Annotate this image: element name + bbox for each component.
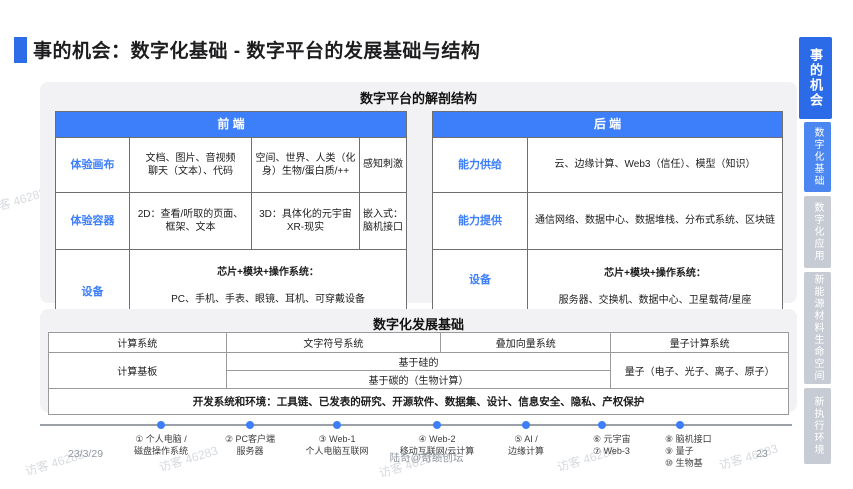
cell-device-backend: 芯片+模块+操作系统： 服务器、交换机、数据中心、卫星载荷/星座 xyxy=(528,250,783,311)
slide: 访客 46283 访客 46283 访客 46283 访客 46283 访客 4… xyxy=(0,0,853,489)
table-row: 能力提供 通信网络、数据中心、数据堆栈、分布式系统、区块链 xyxy=(433,193,783,250)
cell-quantum: 量子（电子、光子、离子、原子） xyxy=(611,353,789,389)
timeline-milestone-5: ⑤ AI / 边缘计算 xyxy=(508,433,544,457)
sidebar-item-xinnengyuan[interactable]: 新能源材料生命空间 xyxy=(804,272,831,384)
sidebar-item-shi-de-ji-hui[interactable]: 事的机会 xyxy=(799,37,832,119)
cell-bold-title: 芯片+模块+操作系统： xyxy=(531,267,779,281)
timeline-dot xyxy=(246,421,254,429)
cell: 空间、世界、人类（化 身）生物/蛋白质/++ xyxy=(252,138,360,193)
cell-dev-environment: 开发系统和环境：工具链、已发表的研究、开源软件、数据集、设计、信息安全、隐私、产… xyxy=(49,389,789,415)
page-title: 事的机会：数字化基础 - 数字平台的发展基础与结构 xyxy=(33,36,480,63)
backend-table: 后 端 能力供给 云、边缘计算、Web3（信任）、模型（知识） 能力提供 通信网… xyxy=(432,111,783,311)
frontend-table: 前 端 体验画布 文档、图片、音视频 聊天（文本）、代码 空间、世界、人类（化 … xyxy=(55,111,407,336)
anatomy-title: 数字平台的解剖结构 xyxy=(40,88,797,107)
table-row: 计算系统 文字符号系统 叠加向量系统 量子计算系统 xyxy=(49,333,789,353)
table-row: 开发系统和环境：工具链、已发表的研究、开源软件、数据集、设计、信息安全、隐私、产… xyxy=(49,389,789,415)
timeline-milestone-6: ⑥ 元宇宙 ⑦ Web-3 xyxy=(593,433,631,457)
timeline-dot xyxy=(157,421,165,429)
row-label-capability-supply: 能力供给 xyxy=(433,138,528,193)
foundation-title: 数字化发展基础 xyxy=(40,314,797,333)
table-row: 体验容器 2D：查看/听取的页面、 框架、文本 3D：具体化的元宇宙 XR-现实… xyxy=(56,193,407,250)
frontend-header: 前 端 xyxy=(56,112,407,138)
table-row: 体验画布 文档、图片、音视频 聊天（文本）、代码 空间、世界、人类（化 身）生物… xyxy=(56,138,407,193)
table-row: 设备 芯片+模块+操作系统： 服务器、交换机、数据中心、卫星载荷/星座 xyxy=(433,250,783,311)
backend-header: 后 端 xyxy=(433,112,783,138)
cell: 嵌入式： 脑机接口 xyxy=(360,193,407,250)
footer-date: 23/3/29 xyxy=(68,448,103,460)
cell-carbon: 基于碳的（生物计算） xyxy=(226,371,611,389)
row-label-experience-canvas: 体验画布 xyxy=(56,138,130,193)
cell-line: PC、手机、手表、眼镜、耳机、可穿戴设备 xyxy=(171,294,365,305)
timeline-dot xyxy=(522,421,530,429)
foundation-table: 计算系统 文字符号系统 叠加向量系统 量子计算系统 计算基板 基于硅的 量子（电… xyxy=(48,332,789,415)
row-label-computing-substrate: 计算基板 xyxy=(49,353,227,389)
timeline-dot xyxy=(433,421,441,429)
cell: 云、边缘计算、Web3（信任）、模型（知识） xyxy=(528,138,783,193)
timeline-milestone-2: ② PC客户端 服务器 xyxy=(225,433,275,457)
timeline-milestone-1: ① 个人电脑 / 磁盘操作系统 xyxy=(134,433,188,457)
cell-line: 服务器、交换机、数据中心、卫星载荷/星座 xyxy=(559,295,752,306)
col-header-symbol-system: 文字符号系统 xyxy=(226,333,441,353)
title-bullet-square xyxy=(14,37,27,63)
timeline-milestone-3: ③ Web-1 个人电脑互联网 xyxy=(305,433,368,457)
row-label-experience-container: 体验容器 xyxy=(56,193,130,250)
table-row: 能力供给 云、边缘计算、Web3（信任）、模型（知识） xyxy=(433,138,783,193)
cell: 3D：具体化的元宇宙 XR-现实 xyxy=(252,193,360,250)
anatomy-panel: 数字平台的解剖结构 前 端 体验画布 文档、图片、音视频 聊天（文本）、代码 空… xyxy=(40,82,797,303)
timeline-dot xyxy=(676,421,684,429)
sidebar-item-shuzihua-jichu[interactable]: 数字化基础 xyxy=(804,122,831,192)
cell: 2D：查看/听取的页面、 框架、文本 xyxy=(130,193,252,250)
foundation-panel: 数字化发展基础 计算系统 文字符号系统 叠加向量系统 量子计算系统 计算基板 基… xyxy=(40,309,797,412)
table-row: 计算基板 基于硅的 量子（电子、光子、离子、原子） xyxy=(49,353,789,371)
cell: 通信网络、数据中心、数据堆栈、分布式系统、区块链 xyxy=(528,193,783,250)
sidebar-item-shuzihua-yingyong[interactable]: 数字化应用 xyxy=(804,196,831,268)
cell-bold-title: 芯片+模块+操作系统： xyxy=(133,266,403,280)
footer-page-number: 23 xyxy=(756,448,768,460)
row-label-capability-provide: 能力提供 xyxy=(433,193,528,250)
col-header-quantum-system: 量子计算系统 xyxy=(611,333,789,353)
cell: 感知刺激 xyxy=(360,138,407,193)
cell: 文档、图片、音视频 聊天（文本）、代码 xyxy=(130,138,252,193)
timeline-dot xyxy=(333,421,341,429)
cell-silicon: 基于硅的 xyxy=(226,353,611,371)
timeline-milestone-7: ⑧ 脑机接口 ⑨ 量子 ⑩ 生物基 xyxy=(665,433,712,469)
footer-author: 陆奇@奇绩创坛 xyxy=(390,450,464,465)
col-header-vector-system: 叠加向量系统 xyxy=(441,333,611,353)
row-label-device: 设备 xyxy=(433,250,528,311)
timeline-dot xyxy=(598,421,606,429)
col-header-computing-system: 计算系统 xyxy=(49,333,227,353)
